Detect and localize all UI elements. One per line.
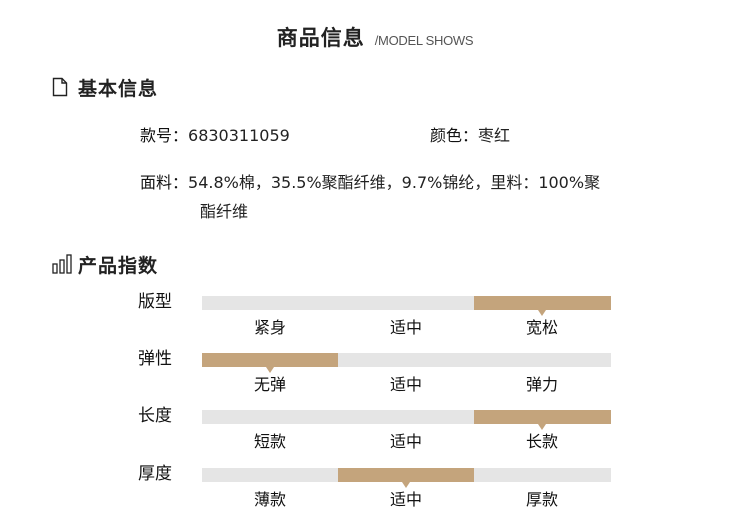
fabric-key: 面料： xyxy=(140,173,189,192)
fabric-row: 面料：54.8%棉，35.5%聚酯纤维，9.7%锦纶，里料：100%聚 xyxy=(140,168,600,198)
scale-track xyxy=(202,296,611,316)
bar-chart-icon xyxy=(52,253,72,275)
scale-pointer-icon xyxy=(538,310,546,316)
scale-label: 长度 xyxy=(138,406,172,426)
scale-track xyxy=(202,410,611,430)
scale-option: 紧身 xyxy=(253,318,286,337)
scale-option: 宽松 xyxy=(525,318,558,337)
document-icon xyxy=(52,76,72,98)
scale-track xyxy=(202,353,611,373)
scale-option: 厚款 xyxy=(525,490,558,509)
fabric-row-continued: 酯纤维 xyxy=(200,197,248,227)
scale-pointer-icon xyxy=(266,367,274,373)
scale-label: 厚度 xyxy=(138,464,172,484)
scale-label: 版型 xyxy=(138,292,172,312)
scale-option: 适中 xyxy=(389,432,422,451)
page-subtitle: /MODEL SHOWS xyxy=(374,33,474,48)
scale-option: 薄款 xyxy=(253,490,286,509)
fabric-value-line2: 酯纤维 xyxy=(200,202,249,221)
color-value: 枣红 xyxy=(478,126,511,145)
scale-option: 无弹 xyxy=(253,375,286,394)
scale-option: 短款 xyxy=(253,432,286,451)
scale-option: 弹力 xyxy=(525,375,558,394)
scale-label: 弹性 xyxy=(138,349,172,369)
style-number-row: 款号：6830311059 xyxy=(140,121,290,151)
scale-selected-segment xyxy=(202,353,338,367)
page-header: 商品信息/MODEL SHOWS xyxy=(0,22,750,52)
color-key: 颜色： xyxy=(430,126,479,145)
style-number-key: 款号： xyxy=(140,126,189,145)
scale-selected-segment xyxy=(338,468,474,482)
scale-option: 适中 xyxy=(389,490,422,509)
scale-option: 适中 xyxy=(389,318,422,337)
basic-info-title: 基本信息 xyxy=(78,77,159,100)
product-index-title: 产品指数 xyxy=(78,254,159,277)
scale-option: 适中 xyxy=(389,375,422,394)
product-index-heading: 产品指数 xyxy=(52,252,159,277)
scale-track xyxy=(202,468,611,488)
scale-selected-segment xyxy=(474,410,611,424)
style-number-value: 6830311059 xyxy=(188,126,290,145)
page-title: 商品信息 xyxy=(276,26,365,50)
scale-pointer-icon xyxy=(538,424,546,430)
basic-info-heading: 基本信息 xyxy=(52,75,159,100)
color-row: 颜色：枣红 xyxy=(430,121,510,151)
fabric-value-line1: 54.8%棉，35.5%聚酯纤维，9.7%锦纶，里料：100%聚 xyxy=(188,173,601,192)
scale-selected-segment xyxy=(474,296,611,310)
scale-option: 长款 xyxy=(525,432,558,451)
scale-pointer-icon xyxy=(402,482,410,488)
